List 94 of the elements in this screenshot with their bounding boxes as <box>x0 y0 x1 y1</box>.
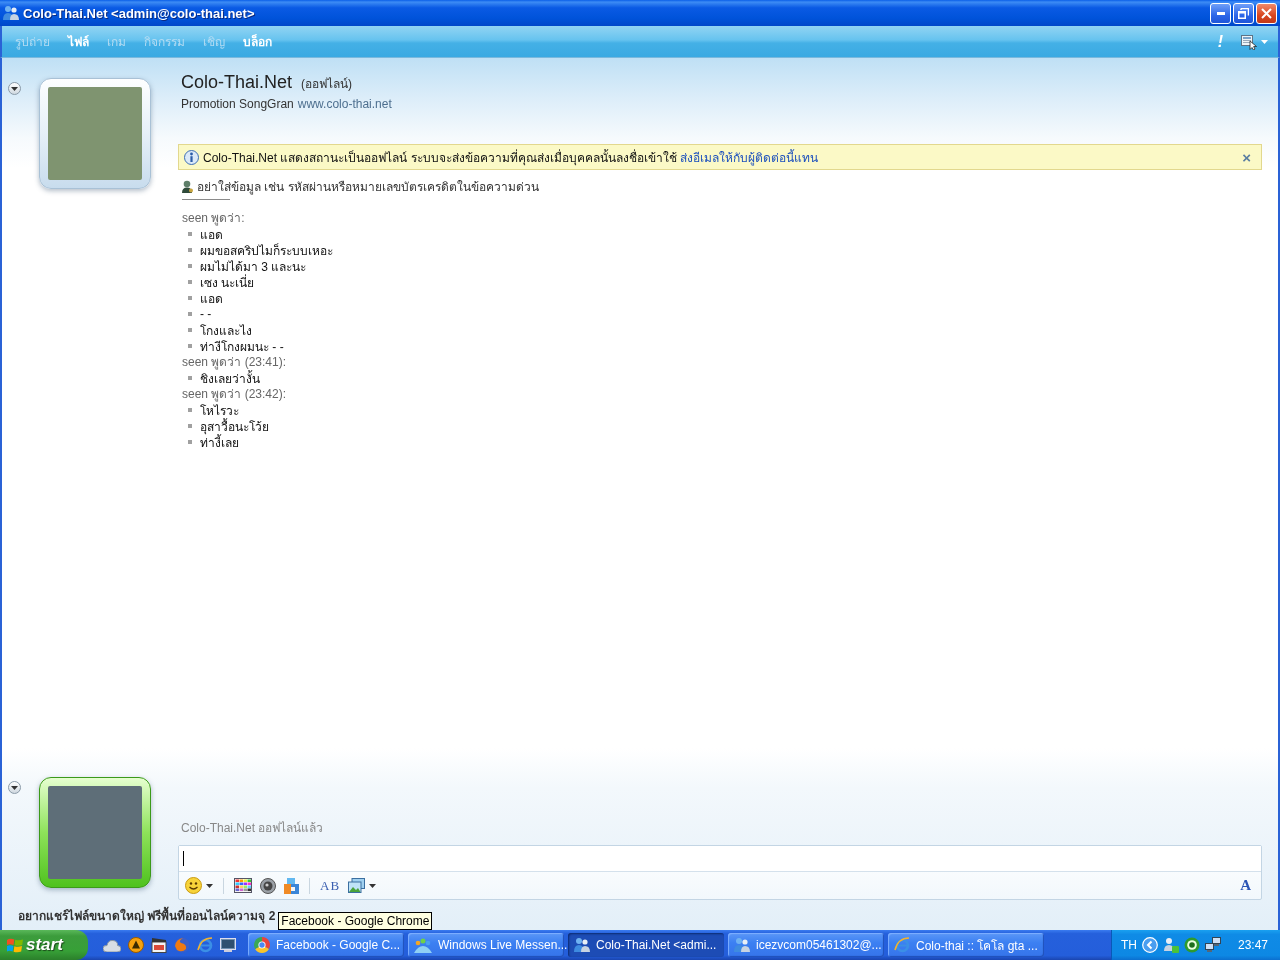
ad-text: อยากแชร์ไฟล์ขนาดใหญ่ ฟรีพื้นที่ออนไลน์ความจุ 2 <box>18 905 276 925</box>
sender-line: seen พูดว่า: <box>182 210 245 226</box>
smiley-icon <box>185 877 202 894</box>
restore-icon <box>1238 7 1249 19</box>
minimize-button[interactable] <box>1210 2 1231 24</box>
contact-status: (ออฟไลน์) <box>301 76 353 93</box>
font-button[interactable]: AB <box>316 875 345 896</box>
ring-icon[interactable] <box>1183 937 1200 953</box>
clapperboard-icon <box>151 937 167 953</box>
personal-message: Promotion SongGran <box>181 97 294 111</box>
bullet-icon <box>188 264 192 268</box>
close-button[interactable]: × <box>1240 149 1253 165</box>
message-text: เซง นะเนี่ย <box>200 273 255 292</box>
quick-launch-button[interactable] <box>151 937 167 953</box>
contact-name: Colo-Thai.Net <box>181 72 293 93</box>
bullet-icon <box>188 312 192 316</box>
menu-item[interactable]: ไฟล์ <box>59 32 98 51</box>
message-input[interactable] <box>179 846 1261 872</box>
bullet-icon <box>188 280 192 284</box>
window-cursor-icon <box>1241 33 1257 50</box>
people-icon <box>3 5 19 21</box>
close-icon <box>1261 7 1272 19</box>
caret-icon <box>369 883 377 888</box>
email-link[interactable]: ส่งอีเมลให้กับผู้ติดต่อนี้แทน <box>680 150 819 165</box>
ring-globe-icon <box>197 937 213 953</box>
start-button[interactable]: start <box>0 930 88 960</box>
restore-button[interactable] <box>1233 2 1254 24</box>
menu-item[interactable]: บล็อก <box>234 32 281 51</box>
caret-icon <box>1261 39 1268 44</box>
task-button[interactable]: Colo-Thai.Net <admi... <box>568 933 724 957</box>
palette-grid-icon <box>234 878 252 893</box>
chevron-icon[interactable] <box>1141 937 1158 953</box>
people-group-icon <box>414 937 432 953</box>
info-message: Colo-Thai.Net แสดงสถานะเป็นออฟไลน์ ระบบจะส่งข้อความที่คุณส่งเมื่อบุคคลนั้นลงชื่อเข้าใช้ ส่งอีเมลให้กับผู้ติดต่อนี้แทน <box>203 148 819 167</box>
tooltip: Facebook - Google Chrome <box>278 912 433 930</box>
layout-menu-button[interactable] <box>1239 33 1270 50</box>
bullet-icon <box>188 440 192 444</box>
people-icon <box>574 937 590 953</box>
message-text: อุสาวื้อนะโว้ย <box>200 417 269 435</box>
bullet-icon <box>188 344 192 348</box>
ring-globe-icon <box>894 937 910 953</box>
message-text: - - <box>200 307 212 321</box>
quick-launch-button[interactable] <box>220 938 236 952</box>
collapse-button[interactable] <box>8 82 21 95</box>
people-status-icon[interactable] <box>1162 937 1179 953</box>
bullet-icon <box>188 408 192 412</box>
message-text: ผมไม่ได้มา 3 และนะ <box>200 258 307 274</box>
language-indicator[interactable]: TH <box>1120 938 1137 952</box>
text-caret-icon <box>183 851 184 866</box>
people-icon <box>734 937 750 953</box>
task-button[interactable]: Facebook - Google C... <box>248 933 404 957</box>
message-text: โหไรวะ <box>200 402 239 418</box>
website-link[interactable]: www.colo-thai.net <box>297 97 392 111</box>
bullet-icon <box>188 296 192 300</box>
message-text: แอด <box>200 226 223 243</box>
bullet-icon <box>188 328 192 332</box>
close-button[interactable] <box>1256 2 1277 24</box>
cube-icon <box>284 877 299 894</box>
collapse-button[interactable] <box>8 781 21 794</box>
caret-icon <box>11 86 18 91</box>
cloud-icon <box>103 938 121 952</box>
bullet-icon <box>188 248 192 252</box>
text-style-button[interactable]: A <box>1236 877 1255 894</box>
info-icon <box>184 149 199 165</box>
bullet-icon <box>188 232 192 236</box>
message-text: ผมขอสคริปไมก็ระบบเหอะ <box>200 242 333 260</box>
quick-launch-button[interactable] <box>128 937 144 953</box>
task-button[interactable]: icezvcom05461302@... <box>728 933 884 957</box>
message-text: ท่างีโกงผมนะ - - <box>200 338 284 356</box>
window-title: Colo-Thai.Net <admin@colo-thai.net> <box>23 5 255 21</box>
message-text: ชิงเลยว่างั้น <box>200 368 260 388</box>
bullet-icon <box>188 424 192 428</box>
minimize-icon <box>1216 11 1225 15</box>
message-text: โกงและไง <box>200 322 252 340</box>
speaker-icon <box>260 877 276 894</box>
person-icon <box>182 179 193 193</box>
network-icon[interactable] <box>1204 937 1221 953</box>
sender-line: seen พูดว่า (23:42): <box>182 386 287 402</box>
caret-icon <box>206 883 213 888</box>
bullet-icon <box>188 376 192 380</box>
clock: 23:47 <box>1237 938 1268 952</box>
flag-logo-icon <box>7 937 23 953</box>
task-button[interactable]: Colo-thai :: โคโล gta ... <box>888 933 1044 957</box>
sender-line: seen พูดว่า (23:41): <box>182 354 287 370</box>
picture-icon <box>348 878 366 893</box>
status-line: Colo-Thai.Net ออฟไลน์แล้ว <box>180 820 324 836</box>
round-logo-icon <box>254 937 270 953</box>
alert-button[interactable]: ! <box>1211 32 1229 51</box>
caret-icon <box>11 785 18 790</box>
message-text: แอด <box>200 290 223 308</box>
warning-text: อย่าใส่ข้อมูล เช่น รหัสผ่านหรือหมายเลขบัตรเครดิตในข้อความด่วน <box>197 178 539 196</box>
globe-icon <box>174 937 190 953</box>
desktop-icon <box>220 938 236 952</box>
message-text: ท่างี้เลย <box>200 434 239 452</box>
